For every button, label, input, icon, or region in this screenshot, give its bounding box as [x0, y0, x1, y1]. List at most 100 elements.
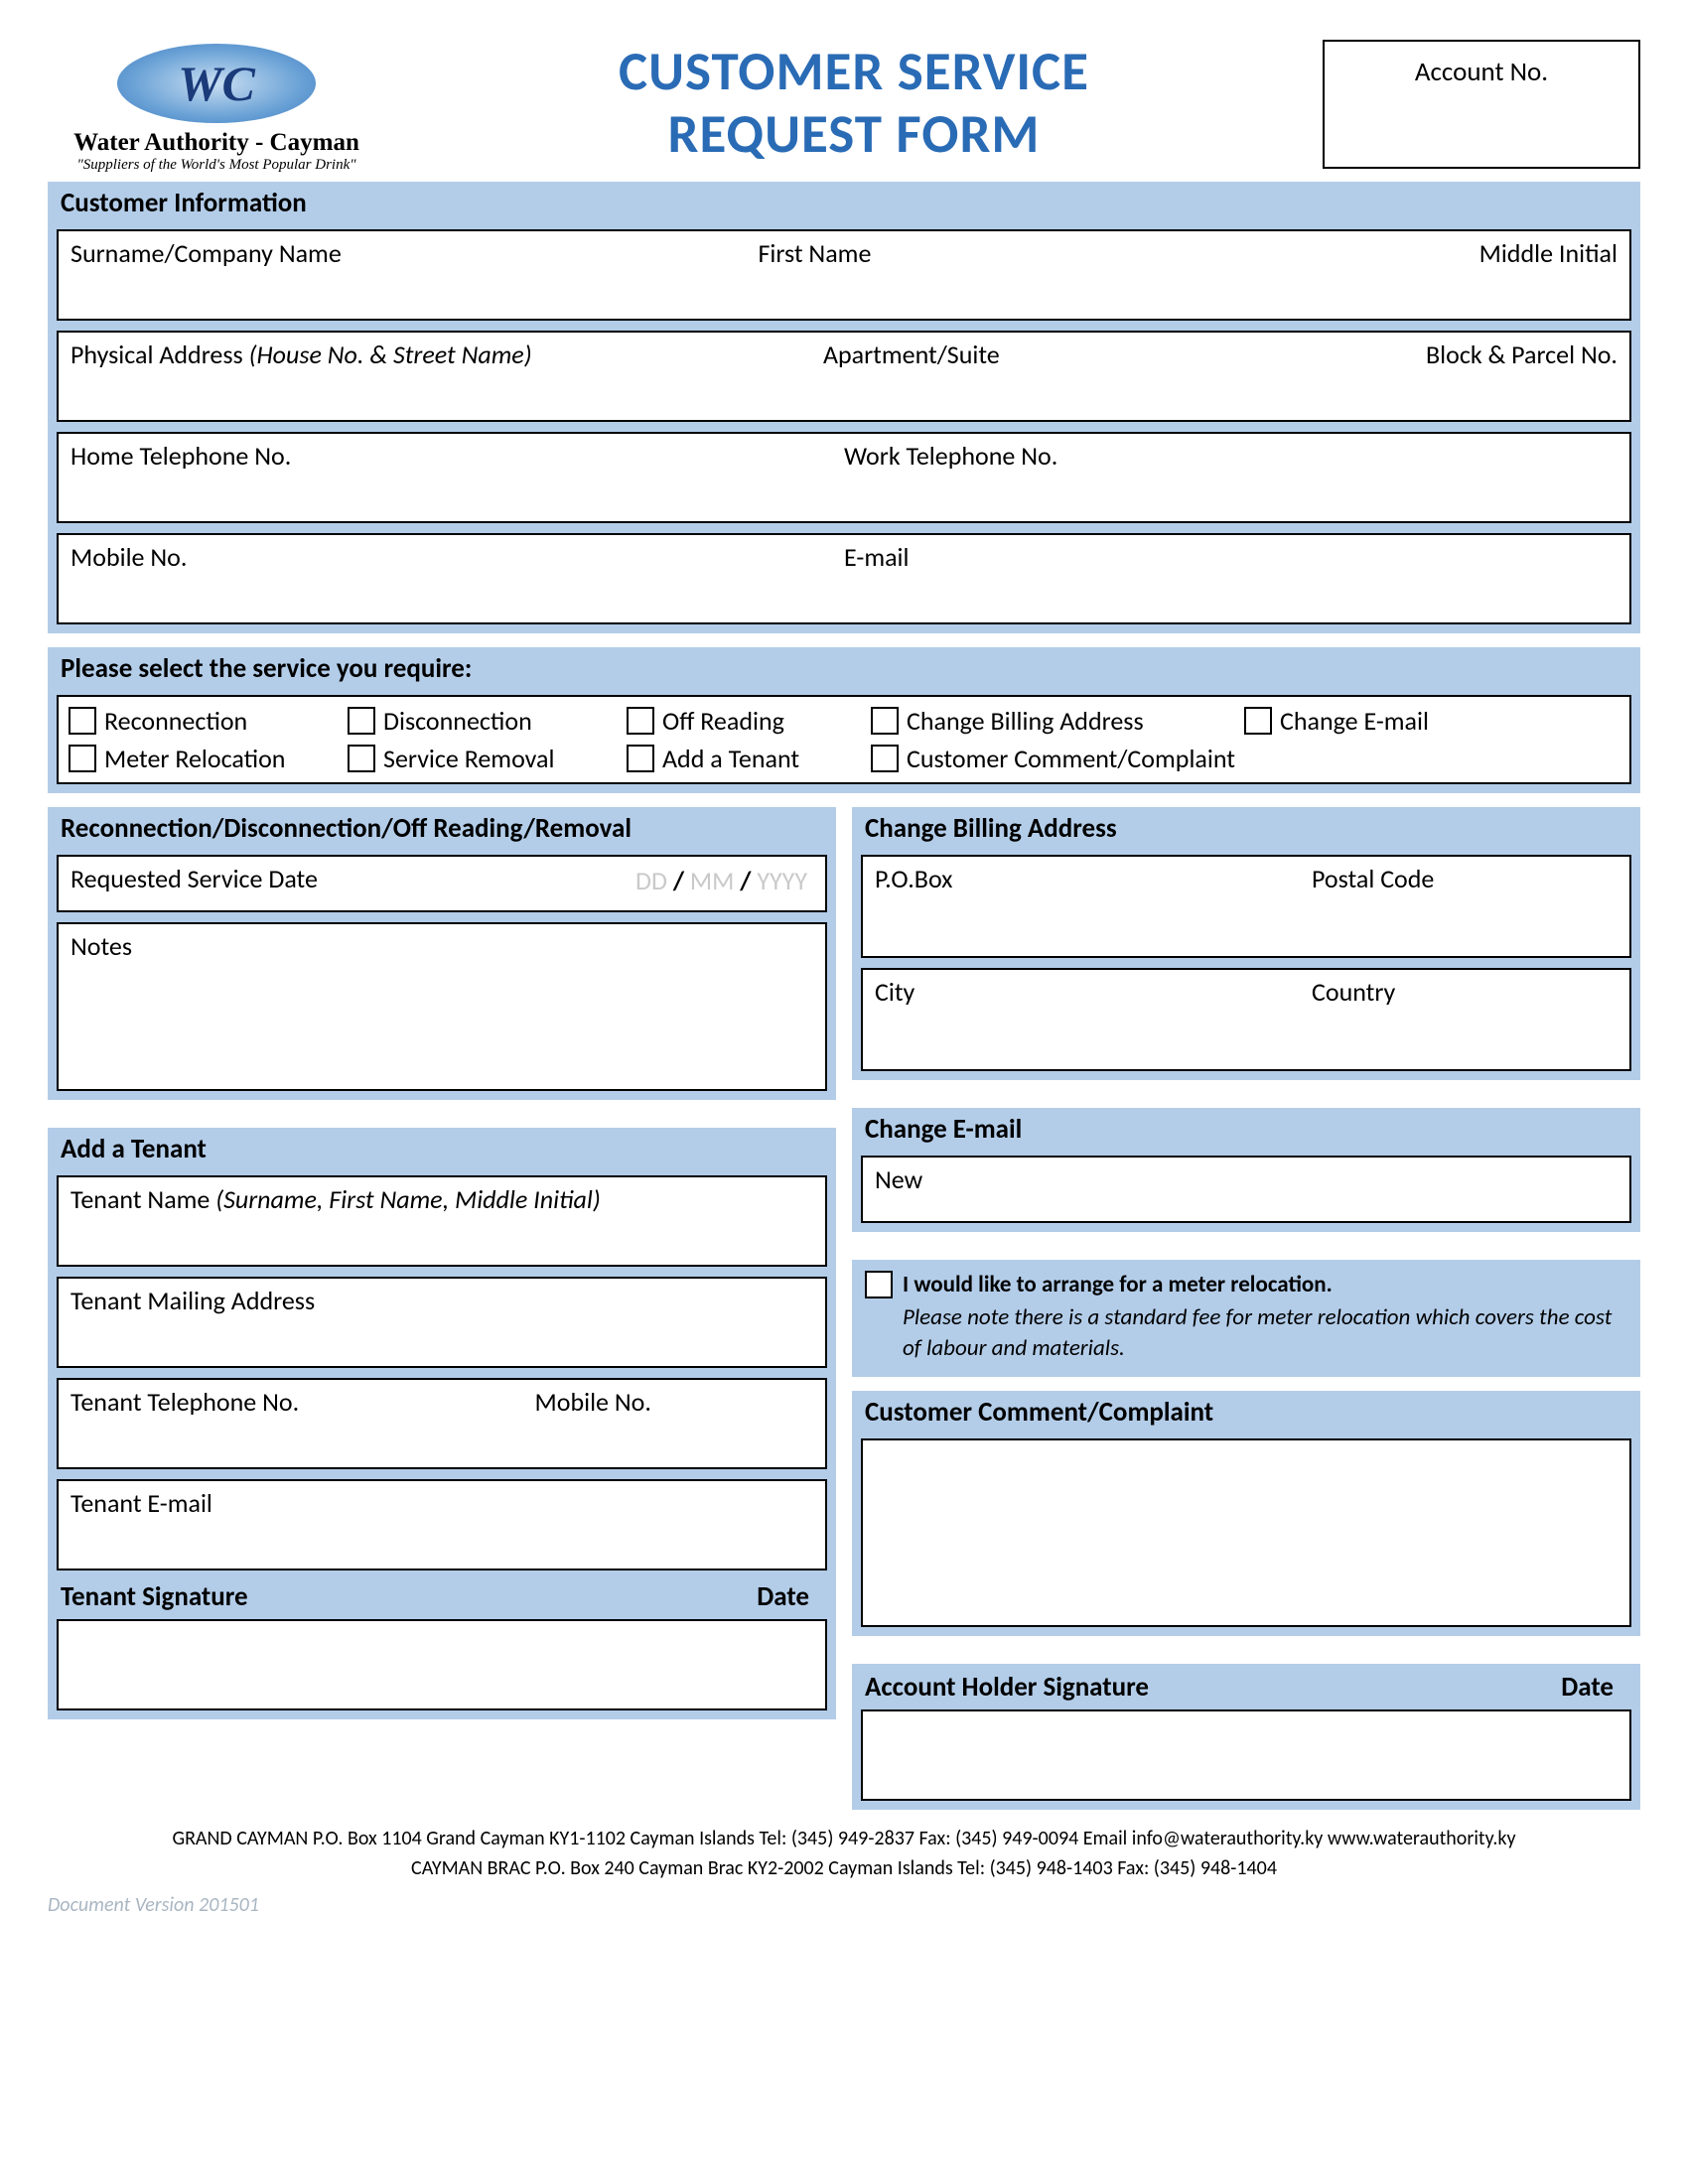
logo-icon: WC [117, 44, 316, 123]
billing-heading: Change Billing Address [855, 810, 1637, 849]
org-name: Water Authority - Cayman [48, 129, 385, 157]
email-label: E-mail [844, 541, 909, 573]
tenant-name-label: Tenant Name [70, 1183, 215, 1215]
rdo-heading: Reconnection/Disconnection/Off Reading/R… [51, 810, 833, 849]
option-service-removal[interactable]: Service Removal [348, 743, 621, 774]
option-change-email[interactable]: Change E-mail [1244, 705, 1429, 737]
new-email-label: New [875, 1163, 922, 1195]
tenant-mail-label: Tenant Mailing Address [70, 1285, 315, 1316]
logo-block: WC Water Authority - Cayman "Suppliers o… [48, 40, 385, 174]
change-email-heading: Change E-mail [855, 1111, 1637, 1150]
meter-line1: I would like to arrange for a meter relo… [903, 1271, 1627, 1298]
checkbox-icon[interactable] [69, 707, 96, 735]
pobox-postal-row[interactable]: P.O.Box Postal Code [861, 855, 1631, 958]
meter-checkbox[interactable] [865, 1271, 893, 1298]
tenant-name-hint: (Surname, First Name, Middle Initial) [215, 1183, 601, 1215]
city-country-row[interactable]: City Country [861, 968, 1631, 1071]
footer: GRAND CAYMAN P.O. Box 1104 Grand Cayman … [48, 1824, 1640, 1883]
address-row[interactable]: Physical Address (House No. & Street Nam… [57, 331, 1631, 422]
pobox-label: P.O.Box [875, 863, 952, 894]
checkbox-icon[interactable] [1244, 707, 1272, 735]
surname-label: Surname/Company Name [70, 237, 342, 269]
name-row[interactable]: Surname/Company Name First Name Middle I… [57, 229, 1631, 321]
block-label: Block & Parcel No. [1426, 339, 1618, 370]
city-label: City [875, 976, 914, 1008]
postal-label: Postal Code [1312, 863, 1434, 894]
option-disconnection[interactable]: Disconnection [348, 705, 621, 737]
page: WC Water Authority - Cayman "Suppliers o… [0, 0, 1688, 1947]
form-title: CUSTOMER SERVICE REQUEST FORM [405, 40, 1303, 166]
checkbox-icon[interactable] [627, 707, 654, 735]
title-line2: REQUEST FORM [668, 100, 1041, 167]
holder-signature-label: Account Holder Signature [855, 1667, 1551, 1709]
option-add-tenant[interactable]: Add a Tenant [627, 743, 865, 774]
left-column: Reconnection/Disconnection/Off Reading/R… [48, 807, 836, 1719]
tenant-tel-row[interactable]: Tenant Telephone No. Mobile No. [57, 1378, 827, 1469]
rdo-panel: Reconnection/Disconnection/Off Reading/R… [48, 807, 836, 1100]
country-label: Country [1312, 976, 1395, 1008]
option-change-billing[interactable]: Change Billing Address [871, 705, 1238, 737]
option-reconnection[interactable]: Reconnection [69, 705, 342, 737]
change-email-panel: Change E-mail New [852, 1108, 1640, 1232]
requested-service-date-field[interactable]: Requested Service Date DD / MM / YYYY [57, 855, 827, 912]
checkbox-icon[interactable] [871, 745, 899, 772]
mobile-email-row[interactable]: Mobile No. E-mail [57, 533, 1631, 624]
comment-heading: Customer Comment/Complaint [855, 1394, 1637, 1433]
checkbox-icon[interactable] [69, 745, 96, 772]
tenant-name-field[interactable]: Tenant Name (Surname, First Name, Middle… [57, 1175, 827, 1267]
checkbox-icon[interactable] [871, 707, 899, 735]
billing-panel: Change Billing Address P.O.Box Postal Co… [852, 807, 1640, 1080]
option-comment-complaint[interactable]: Customer Comment/Complaint [871, 743, 1235, 774]
worktel-label: Work Telephone No. [844, 440, 1057, 472]
option-meter-relocation[interactable]: Meter Relocation [69, 743, 342, 774]
date-format-hint: DD / MM / YYYY [635, 865, 807, 896]
tenant-date-label: Date [747, 1576, 833, 1619]
right-column: Change Billing Address P.O.Box Postal Co… [852, 807, 1640, 1810]
holder-signature-field[interactable] [861, 1709, 1631, 1801]
tenant-email-field[interactable]: Tenant E-mail [57, 1479, 827, 1570]
physaddr-hint: (House No. & Street Name) [249, 339, 532, 370]
meter-relocation-block: I would like to arrange for a meter relo… [852, 1260, 1640, 1377]
comment-field[interactable] [861, 1438, 1631, 1627]
notes-field[interactable]: Notes [57, 922, 827, 1091]
req-date-label: Requested Service Date [70, 863, 318, 894]
title-line1: CUSTOMER SERVICE [619, 38, 1089, 104]
footer-line2: CAYMAN BRAC P.O. Box 240 Cayman Brac KY2… [48, 1853, 1640, 1883]
tenant-email-label: Tenant E-mail [70, 1487, 212, 1519]
service-select-panel: Please select the service you require: R… [48, 647, 1640, 793]
meter-line2: Please note there is a standard fee for … [903, 1298, 1627, 1364]
apt-label: Apartment/Suite [823, 339, 1000, 370]
details-columns: Reconnection/Disconnection/Off Reading/R… [48, 807, 1640, 1810]
tenant-signature-label: Tenant Signature [51, 1576, 747, 1619]
holder-signature-panel: Account Holder Signature Date [852, 1664, 1640, 1810]
tenant-mail-field[interactable]: Tenant Mailing Address [57, 1277, 827, 1368]
customer-info-panel: Customer Information Surname/Company Nam… [48, 182, 1640, 633]
checkbox-icon[interactable] [348, 745, 375, 772]
customer-info-heading: Customer Information [51, 185, 1637, 223]
option-off-reading[interactable]: Off Reading [627, 705, 865, 737]
mobile-label: Mobile No. [70, 541, 187, 573]
header-row: WC Water Authority - Cayman "Suppliers o… [48, 40, 1640, 174]
doc-version: Document Version 201501 [48, 1893, 1640, 1917]
service-options: Reconnection Disconnection Off Reading C… [57, 695, 1631, 784]
comment-panel: Customer Comment/Complaint [852, 1391, 1640, 1636]
checkbox-icon[interactable] [627, 745, 654, 772]
service-select-heading: Please select the service you require: [51, 650, 1637, 689]
checkbox-icon[interactable] [348, 707, 375, 735]
tenant-heading: Add a Tenant [51, 1131, 833, 1169]
notes-label: Notes [70, 930, 132, 962]
telephone-row[interactable]: Home Telephone No. Work Telephone No. [57, 432, 1631, 523]
mi-label: Middle Initial [1479, 237, 1618, 269]
tenant-tel-label: Tenant Telephone No. [70, 1386, 299, 1418]
physaddr-label: Physical Address [70, 339, 249, 370]
hometel-label: Home Telephone No. [70, 440, 291, 472]
new-email-field[interactable]: New [861, 1156, 1631, 1223]
tenant-signature-field[interactable] [57, 1619, 827, 1710]
account-number-field[interactable]: Account No. [1323, 40, 1640, 169]
footer-line1: GRAND CAYMAN P.O. Box 1104 Grand Cayman … [48, 1824, 1640, 1853]
tenant-mobile-label: Mobile No. [535, 1386, 651, 1418]
add-tenant-panel: Add a Tenant Tenant Name (Surname, First… [48, 1128, 836, 1719]
firstname-label: First Name [758, 237, 871, 269]
org-tagline: "Suppliers of the World's Most Popular D… [48, 157, 385, 174]
logo-initials: WC [178, 55, 255, 112]
